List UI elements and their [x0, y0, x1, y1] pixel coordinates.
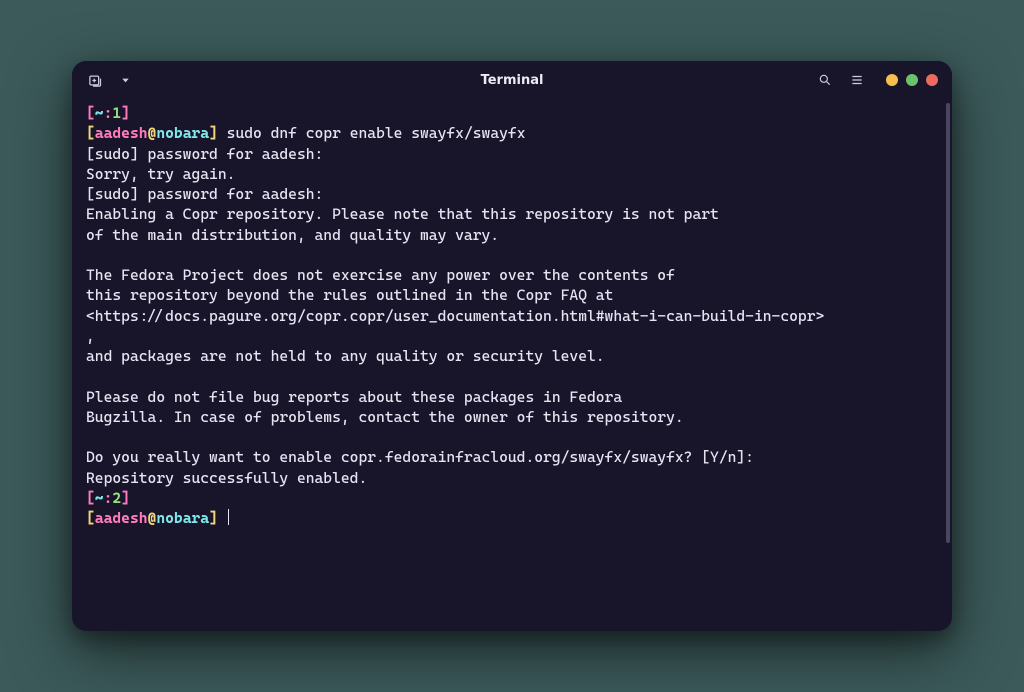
output-line: of the main distribution, and quality ma…: [86, 226, 499, 244]
prompt-bracket: [: [86, 104, 95, 122]
prompt-num: 1: [112, 104, 121, 122]
output-line: [sudo] password for aadesh:: [86, 185, 323, 203]
output-line: and packages are not held to any quality…: [86, 347, 605, 365]
prompt-bracket: [: [86, 489, 95, 507]
minimize-button[interactable]: [886, 74, 898, 86]
cursor: [228, 509, 230, 525]
prompt-num: 2: [112, 489, 121, 507]
hostname: nobara: [156, 509, 209, 527]
output-line: this repository beyond the rules outline…: [86, 286, 613, 304]
dropdown-icon[interactable]: [116, 71, 134, 89]
output-line: Bugzilla. In case of problems, contact t…: [86, 408, 684, 426]
output-line: Repository successfully enabled.: [86, 469, 367, 487]
prompt-tilde: ~: [95, 104, 104, 122]
userhost-bracket: ]: [209, 124, 218, 142]
output-line: ,: [86, 327, 95, 345]
output-line: Sorry, try again.: [86, 165, 235, 183]
userhost-bracket: [: [86, 509, 95, 527]
output-line: Do you really want to enable copr.fedora…: [86, 448, 754, 466]
scrollbar-thumb[interactable]: [946, 103, 950, 543]
userhost-bracket: ]: [209, 509, 218, 527]
titlebar: Terminal: [72, 61, 952, 99]
prompt-bracket: ]: [121, 489, 130, 507]
titlebar-left: [86, 71, 134, 89]
search-icon[interactable]: [816, 71, 834, 89]
userhost-bracket: [: [86, 124, 95, 142]
new-tab-icon[interactable]: [86, 71, 104, 89]
terminal-output[interactable]: [~:1] [aadesh@nobara] sudo dnf copr enab…: [72, 99, 944, 631]
terminal-window: Terminal [~:1] [aadesh@nobara] sudo dnf …: [72, 61, 952, 631]
prompt-bracket: ]: [121, 104, 130, 122]
output-line: Enabling a Copr repository. Please note …: [86, 205, 719, 223]
command-text: sudo dnf copr enable swayfx/swayfx: [218, 124, 526, 142]
titlebar-right: [816, 71, 938, 89]
username: aadesh: [95, 124, 148, 142]
output-line: [sudo] password for aadesh:: [86, 145, 323, 163]
terminal-body: [~:1] [aadesh@nobara] sudo dnf copr enab…: [72, 99, 952, 631]
username: aadesh: [95, 509, 148, 527]
menu-icon[interactable]: [848, 71, 866, 89]
userhost-at: @: [148, 509, 157, 527]
output-line: The Fedora Project does not exercise any…: [86, 266, 675, 284]
output-line: Please do not file bug reports about the…: [86, 388, 622, 406]
scrollbar[interactable]: [944, 99, 952, 631]
prompt-tilde: ~: [95, 489, 104, 507]
hostname: nobara: [156, 124, 209, 142]
output-line: <https://docs.pagure.org/copr.copr/user_…: [86, 307, 824, 325]
userhost-at: @: [148, 124, 157, 142]
window-controls: [886, 74, 938, 86]
maximize-button[interactable]: [906, 74, 918, 86]
window-title: Terminal: [481, 73, 544, 88]
close-button[interactable]: [926, 74, 938, 86]
